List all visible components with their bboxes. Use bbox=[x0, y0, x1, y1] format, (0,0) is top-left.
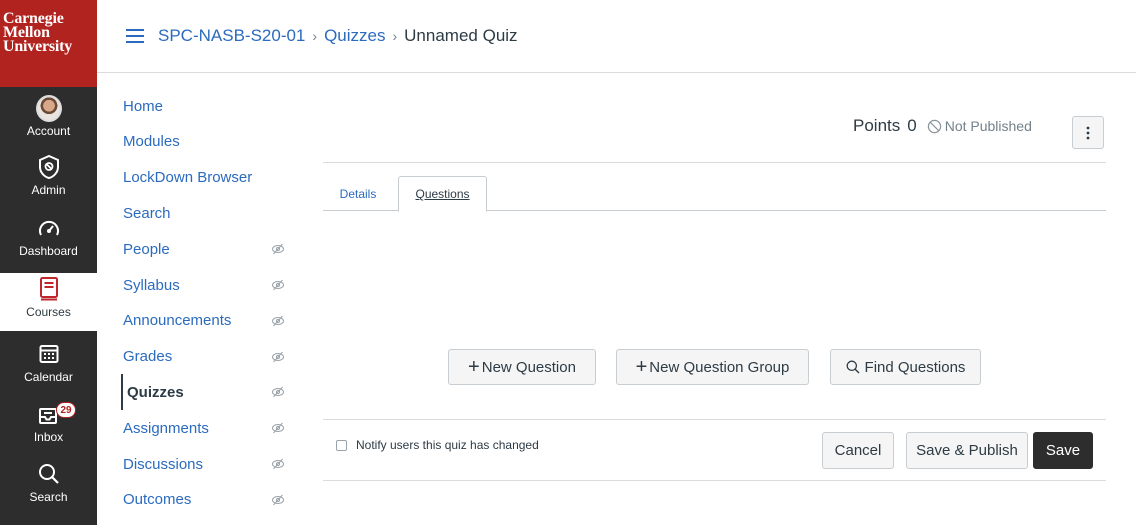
global-nav-label: Account bbox=[26, 124, 71, 138]
hidden-eye-icon bbox=[272, 422, 284, 434]
more-options-button[interactable] bbox=[1072, 116, 1104, 149]
course-nav-label: People bbox=[123, 240, 170, 258]
points-value: 0 bbox=[907, 116, 917, 135]
search-icon bbox=[846, 360, 860, 374]
page-header: SPC-NASB-S20-01 › Quizzes › Unnamed Quiz bbox=[97, 0, 1136, 73]
hidden-eye-icon bbox=[272, 279, 284, 291]
divider bbox=[323, 419, 1106, 420]
tab-details[interactable]: Details bbox=[327, 176, 389, 211]
quiz-tabs: Details Questions bbox=[323, 176, 1106, 212]
course-nav-item-announcements[interactable]: Announcements bbox=[123, 303, 293, 339]
course-nav-label: Search bbox=[123, 204, 171, 222]
notify-users-checkbox[interactable]: Notify users this quiz has changed bbox=[336, 438, 539, 452]
publish-status-label: Not Published bbox=[944, 118, 1032, 134]
course-nav-label: Grades bbox=[123, 348, 173, 366]
divider bbox=[323, 162, 1106, 163]
course-nav-label: Quizzes bbox=[127, 383, 184, 401]
course-nav-item-syllabus[interactable]: Syllabus bbox=[123, 267, 293, 303]
hidden-eye-icon bbox=[272, 387, 284, 398]
global-nav-dashboard[interactable]: Dashboard bbox=[0, 212, 97, 270]
inbox-unread-badge: 29 bbox=[56, 402, 76, 418]
global-nav-label: Courses bbox=[26, 305, 71, 319]
search-icon bbox=[36, 461, 62, 487]
course-nav-label: Syllabus bbox=[123, 276, 180, 294]
global-nav-label: Dashboard bbox=[19, 244, 78, 258]
global-nav-label: Admin bbox=[31, 183, 66, 197]
publish-status: Not Published bbox=[927, 118, 1032, 134]
global-nav-label: Inbox bbox=[33, 430, 64, 444]
tab-questions[interactable]: Questions bbox=[398, 176, 487, 212]
global-nav-admin[interactable]: Admin bbox=[0, 151, 97, 209]
course-nav-label: LockDown Browser bbox=[123, 169, 253, 187]
checkbox[interactable] bbox=[336, 439, 347, 451]
plus-icon: + bbox=[468, 356, 480, 378]
shield-icon bbox=[36, 154, 62, 180]
course-nav-item-home[interactable]: Home bbox=[123, 88, 293, 124]
kebab-icon bbox=[1086, 126, 1090, 139]
course-nav-item-discussions[interactable]: Discussions bbox=[123, 446, 293, 482]
course-nav-label: Home bbox=[123, 97, 164, 115]
hidden-eye-icon bbox=[272, 243, 284, 255]
hidden-eye-icon bbox=[272, 351, 284, 362]
course-nav-label: Announcements bbox=[123, 312, 232, 330]
course-nav-item-outcomes[interactable]: Outcomes bbox=[123, 482, 293, 518]
notify-users-label: Notify users this quiz has changed bbox=[356, 438, 539, 452]
global-nav-label: Search bbox=[29, 490, 68, 504]
avatar bbox=[35, 94, 62, 122]
hidden-eye-icon bbox=[272, 494, 284, 506]
plus-icon: + bbox=[635, 356, 648, 378]
points-label: Points bbox=[853, 116, 901, 135]
university-logo[interactable]: Carnegie Mellon University bbox=[0, 0, 97, 87]
calendar-icon bbox=[36, 341, 62, 367]
find-questions-label: Find Questions bbox=[864, 358, 966, 376]
divider bbox=[323, 480, 1106, 481]
global-nav-label: Calendar bbox=[24, 370, 73, 384]
breadcrumb-current: Unnamed Quiz bbox=[404, 26, 518, 45]
course-nav-label: Assignments bbox=[123, 419, 209, 437]
save-button[interactable]: Save bbox=[1033, 432, 1093, 469]
course-nav-item-grades[interactable]: Grades bbox=[123, 339, 293, 375]
new-question-button[interactable]: + New Question bbox=[448, 349, 596, 385]
global-nav-inbox[interactable]: 29 Inbox bbox=[0, 398, 97, 456]
course-nav-item-people[interactable]: People bbox=[123, 231, 293, 267]
cancel-button[interactable]: Cancel bbox=[822, 432, 894, 469]
hamburger-menu-icon[interactable] bbox=[126, 29, 144, 43]
course-nav-label: Outcomes bbox=[123, 491, 192, 509]
book-icon bbox=[36, 276, 62, 302]
new-question-label: New Question bbox=[481, 358, 576, 376]
breadcrumb: SPC-NASB-S20-01 › Quizzes › Unnamed Quiz bbox=[158, 26, 518, 46]
unpublished-icon bbox=[927, 119, 941, 133]
new-question-group-label: New Question Group bbox=[649, 358, 790, 376]
breadcrumb-separator-icon: › bbox=[312, 28, 318, 44]
breadcrumb-separator-icon: › bbox=[392, 28, 398, 44]
global-nav: Carnegie Mellon University Account Admin… bbox=[0, 0, 97, 525]
dashboard-icon bbox=[36, 215, 62, 241]
breadcrumb-quizzes-link[interactable]: Quizzes bbox=[324, 26, 385, 46]
course-nav-label: Discussions bbox=[123, 455, 204, 473]
course-nav-item-assignments[interactable]: Assignments bbox=[123, 410, 293, 446]
breadcrumb-course-link[interactable]: SPC-NASB-S20-01 bbox=[158, 26, 305, 46]
course-nav-item-modules[interactable]: Modules bbox=[123, 124, 293, 160]
course-nav-item-search[interactable]: Search bbox=[123, 195, 293, 231]
global-nav-account[interactable]: Account bbox=[0, 92, 97, 150]
global-nav-search[interactable]: Search bbox=[0, 458, 97, 516]
hidden-eye-icon bbox=[272, 458, 284, 470]
global-nav-courses[interactable]: Courses bbox=[0, 273, 97, 331]
course-nav-label: Modules bbox=[123, 133, 180, 151]
global-nav-calendar[interactable]: Calendar bbox=[0, 338, 97, 396]
quiz-points-row: Points 0 Not Published bbox=[853, 116, 1032, 136]
new-question-group-button[interactable]: + New Question Group bbox=[616, 349, 809, 385]
course-nav-item-quizzes[interactable]: Quizzes bbox=[121, 374, 291, 411]
course-nav-item-lockdown-browser[interactable]: LockDown Browser bbox=[123, 160, 293, 196]
find-questions-button[interactable]: Find Questions bbox=[830, 349, 981, 385]
hidden-eye-icon bbox=[272, 315, 284, 327]
save-and-publish-button[interactable]: Save & Publish bbox=[906, 432, 1028, 469]
